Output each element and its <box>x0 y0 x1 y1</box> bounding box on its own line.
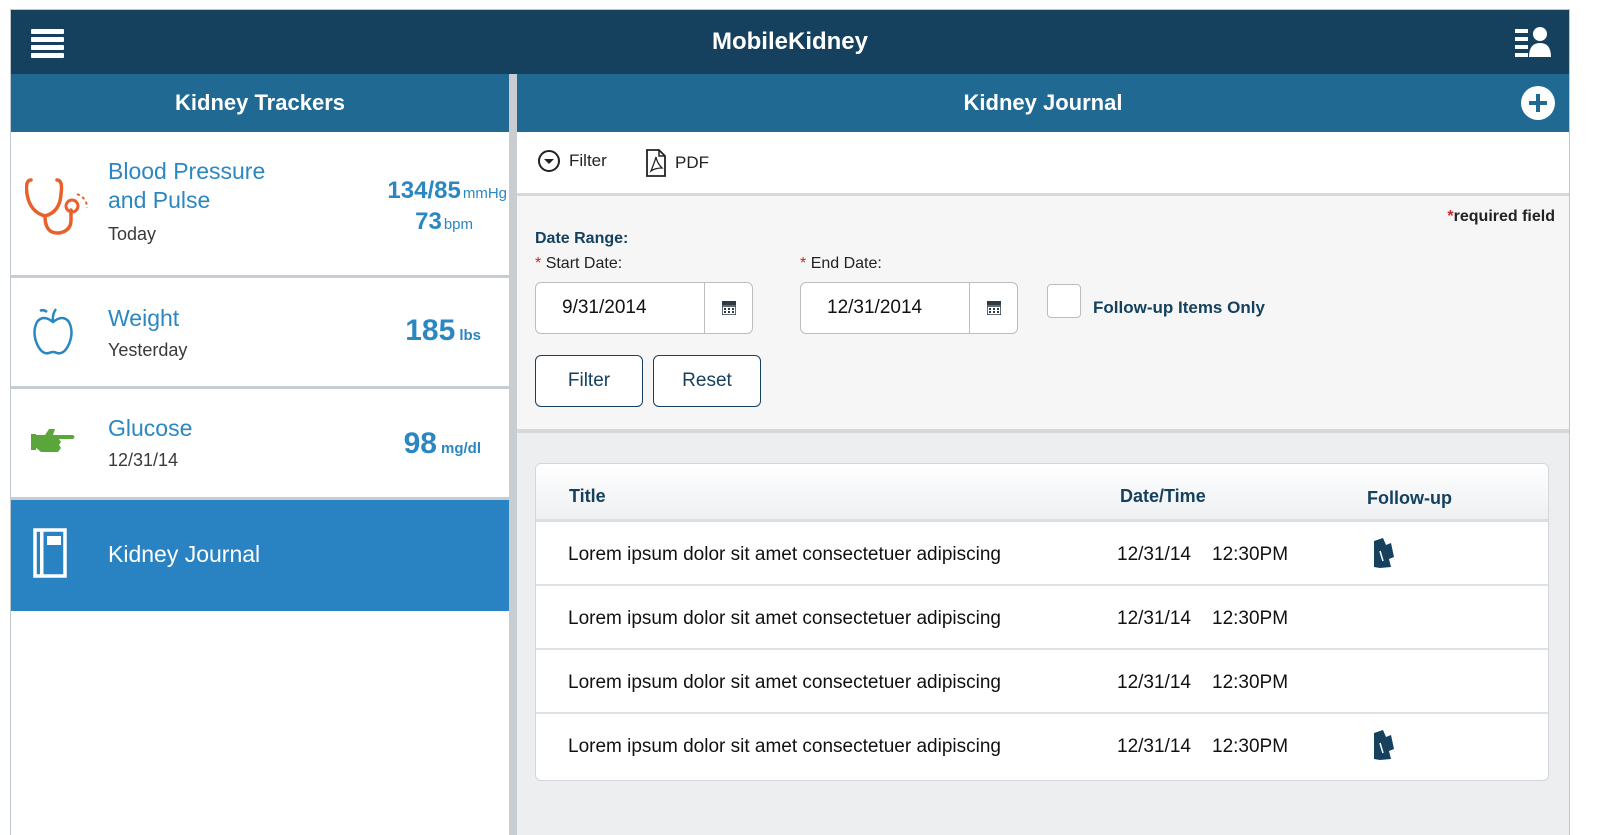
tracker-value: 134/85 mmHg 73 bpm <box>387 177 507 239</box>
bp-unit: mmHg <box>462 185 507 202</box>
calendar-icon <box>721 301 736 315</box>
table-header: Title Date/Time Follow-up <box>536 464 1548 522</box>
trackers-header: Kidney Trackers <box>11 74 509 132</box>
top-bar: MobileKidney <box>11 10 1569 74</box>
user-list-icon[interactable] <box>1515 26 1551 58</box>
start-date-label: * Start Date: <box>535 255 623 272</box>
stethoscope-icon <box>25 178 88 235</box>
date-range-label: Date Range: <box>535 230 629 247</box>
bp-value: 134/85 <box>387 177 461 204</box>
tracker-value: 185 lbs <box>405 314 481 348</box>
row-title: Lorem ipsum dolor sit amet consectetuer … <box>568 672 1001 693</box>
end-date-field[interactable]: 12/31/2014 <box>800 282 1018 334</box>
app-title: MobileKidney <box>711 28 868 55</box>
row-time: 12:30PM <box>1212 544 1289 565</box>
row-title: Lorem ipsum dolor sit amet consectetuer … <box>568 736 1001 757</box>
filter-button[interactable]: Filter <box>535 355 643 407</box>
journal-book-icon <box>33 528 67 578</box>
followup-only-label: Follow-up Items Only <box>1093 298 1265 317</box>
followup-flag-icon <box>1374 538 1394 568</box>
tracker-blood-pressure[interactable]: Blood Pressure and Pulse Today 134/85 mmH… <box>11 132 509 278</box>
tracker-date: Today <box>108 224 157 244</box>
pdf-label: PDF <box>675 153 709 172</box>
add-entry-button[interactable] <box>1521 86 1555 120</box>
col-title-header[interactable]: Title <box>569 486 606 507</box>
pulse-value: 73 <box>415 208 442 235</box>
chevron-circle-down-icon <box>538 150 560 172</box>
start-date-value[interactable]: 9/31/2014 <box>536 283 704 333</box>
sidebar-item-kidney-journal[interactable]: Kidney Journal <box>11 500 509 611</box>
start-date-calendar-button[interactable] <box>704 283 752 333</box>
table-row[interactable]: Lorem ipsum dolor sit amet consectetuer … <box>536 650 1548 714</box>
tracker-name: Glucose <box>108 415 193 441</box>
row-title: Lorem ipsum dolor sit amet consectetuer … <box>568 608 1001 629</box>
col-followup-header[interactable]: Follow-up <box>1367 488 1452 509</box>
row-time: 12:30PM <box>1212 736 1289 757</box>
row-date: 12/31/14 <box>1117 544 1191 565</box>
journal-toolbar: Filter PDF <box>517 132 1569 196</box>
table-row[interactable]: Lorem ipsum dolor sit amet consectetuer … <box>536 714 1548 778</box>
trackers-sidebar: Kidney Trackers Blood Pressure and Pulse… <box>11 74 517 835</box>
followup-only-checkbox[interactable] <box>1047 284 1081 318</box>
apple-icon <box>33 308 73 355</box>
row-date: 12/31/14 <box>1117 672 1191 693</box>
end-date-calendar-button[interactable] <box>969 283 1017 333</box>
glucose-unit: mg/dl <box>441 440 481 457</box>
glucose-value: 98 <box>403 427 437 460</box>
journal-header: Kidney Journal <box>517 74 1569 132</box>
row-date: 12/31/14 <box>1117 608 1191 629</box>
pulse-unit: bpm <box>443 216 473 233</box>
journal-table: Title Date/Time Follow-up Lorem ipsum do… <box>535 463 1549 781</box>
pointing-hand-icon <box>31 429 75 452</box>
filter-toggle-label: Filter <box>569 151 607 170</box>
filter-toggle-button[interactable]: Filter <box>537 149 607 173</box>
tracker-glucose[interactable]: Glucose 12/31/14 98 mg/dl <box>11 389 509 500</box>
reset-button[interactable]: Reset <box>653 355 761 407</box>
journal-label: Kidney Journal <box>108 541 261 567</box>
weight-value: 185 <box>405 314 456 347</box>
end-date-value[interactable]: 12/31/2014 <box>801 283 969 333</box>
table-row[interactable]: Lorem ipsum dolor sit amet consectetuer … <box>536 586 1548 650</box>
journal-panel: Kidney Journal Filter PDF *required fiel… <box>517 74 1569 835</box>
followup-flag-icon <box>1374 730 1394 760</box>
start-date-field[interactable]: 9/31/2014 <box>535 282 753 334</box>
tracker-name: Weight <box>108 305 180 331</box>
journal-title: Kidney Journal <box>963 90 1123 115</box>
col-datetime-header[interactable]: Date/Time <box>1120 486 1206 507</box>
tracker-date: 12/31/14 <box>108 450 179 470</box>
calendar-icon <box>986 301 1001 315</box>
required-field-note: *required field <box>1447 208 1555 225</box>
row-time: 12:30PM <box>1212 672 1289 693</box>
filter-panel: *required field Date Range: * Start Date… <box>517 196 1569 433</box>
tracker-name: Blood Pressure and Pulse <box>108 158 266 213</box>
row-time: 12:30PM <box>1212 608 1289 629</box>
app-window: MobileKidney Kidney Trackers Blood Press… <box>10 9 1570 835</box>
tracker-value: 98 mg/dl <box>404 427 481 461</box>
pdf-button[interactable]: PDF <box>645 149 709 177</box>
end-date-label: * End Date: <box>800 255 882 272</box>
weight-unit: lbs <box>459 327 481 344</box>
tracker-weight[interactable]: Weight Yesterday 185 lbs <box>11 278 509 389</box>
pdf-file-icon <box>646 149 666 177</box>
tracker-date: Yesterday <box>108 340 188 360</box>
table-row[interactable]: Lorem ipsum dolor sit amet consectetuer … <box>536 522 1548 586</box>
row-title: Lorem ipsum dolor sit amet consectetuer … <box>568 544 1001 565</box>
row-date: 12/31/14 <box>1117 736 1191 757</box>
